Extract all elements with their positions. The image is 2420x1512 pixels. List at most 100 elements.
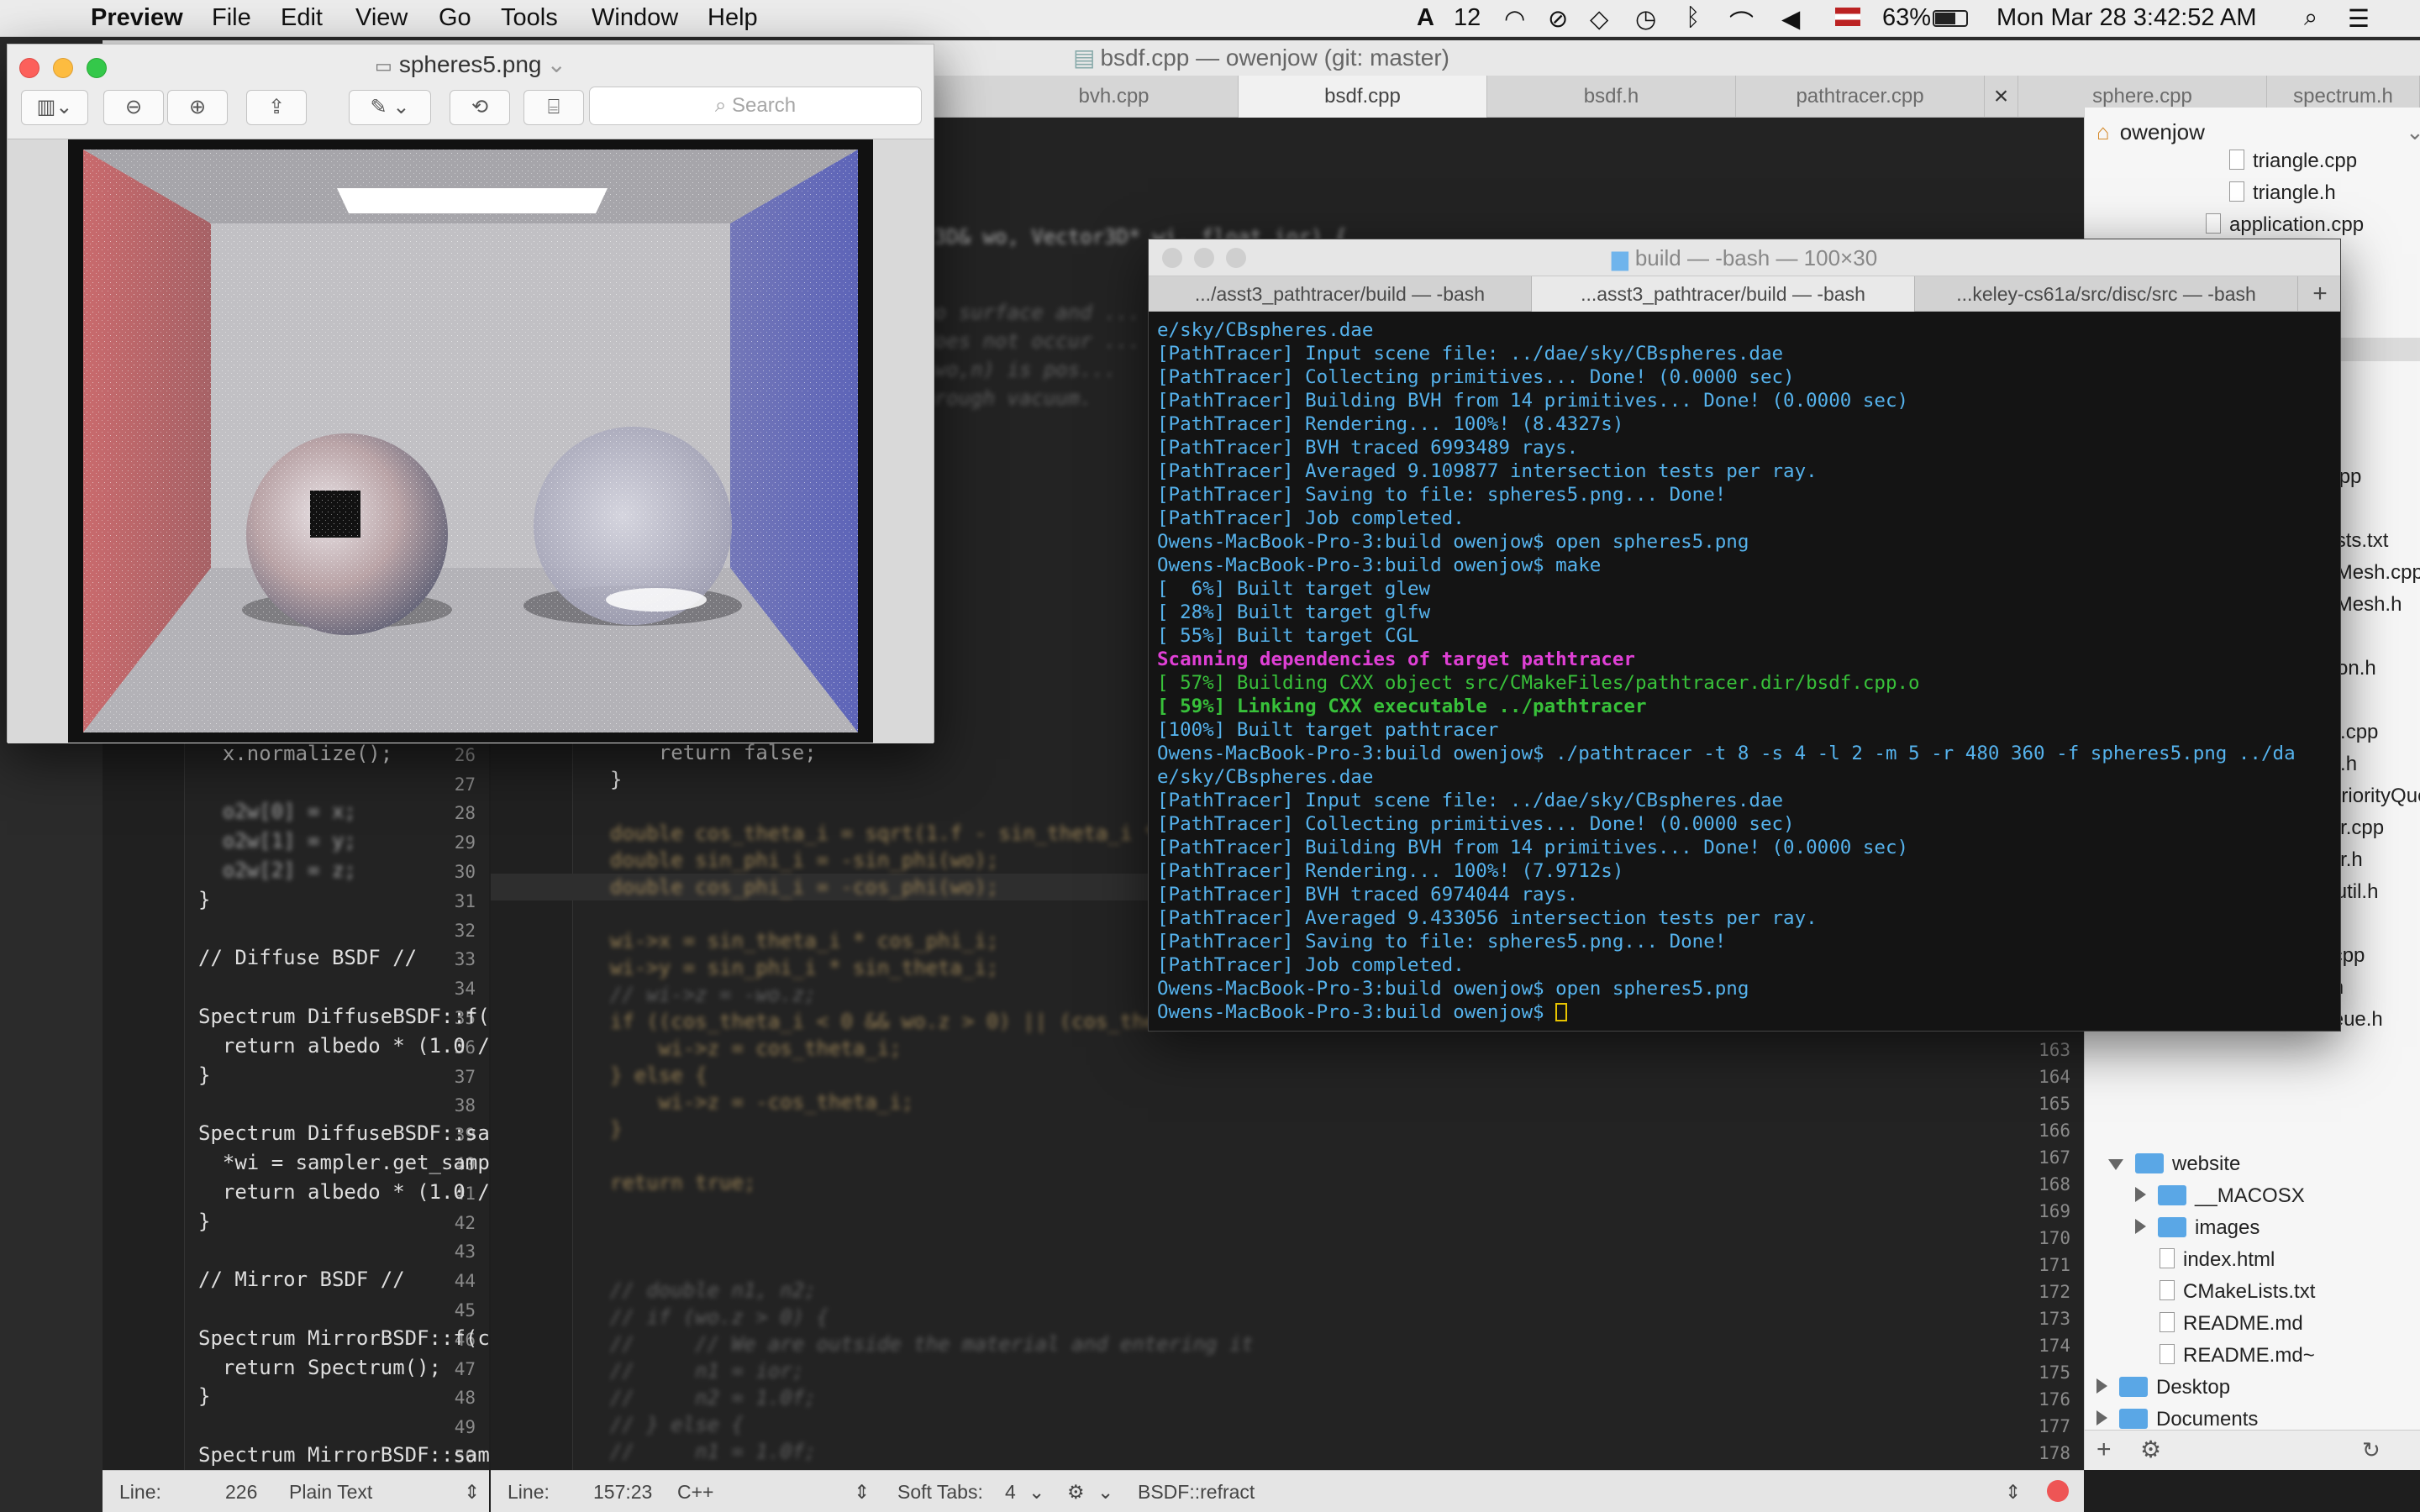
sidebar-folder[interactable]: images bbox=[2135, 1216, 2260, 1240]
sidebar-folder[interactable]: README.md~ bbox=[2137, 1344, 2315, 1368]
markup-button[interactable]: ✎ ⌄ bbox=[349, 90, 431, 125]
syntax-selector-right[interactable]: C++ bbox=[677, 1481, 713, 1504]
spotlight-icon[interactable]: ⌕ bbox=[2304, 4, 2317, 32]
terminal-line: e/sky/CBspheres.dae bbox=[1157, 765, 2332, 789]
rendered-image[interactable] bbox=[68, 139, 873, 743]
file-icon bbox=[2160, 1248, 2175, 1268]
tab-bsdf-h[interactable]: bsdf.h bbox=[1487, 76, 1736, 118]
tab-bsdf-cpp[interactable]: bsdf.cpp bbox=[1239, 76, 1487, 118]
refresh-icon[interactable]: ↻ bbox=[2362, 1437, 2381, 1463]
clock[interactable]: Mon Mar 28 3:42:52 AM bbox=[1996, 4, 2257, 32]
time-machine-icon[interactable]: ◷ bbox=[1635, 4, 1656, 34]
chevron-down-icon[interactable]: ⌄ bbox=[547, 51, 566, 77]
disclosure-triangle-icon[interactable] bbox=[2108, 1159, 2123, 1170]
toolbox-button[interactable]: ⌸ bbox=[523, 90, 584, 125]
updown-icon[interactable]: ⇕ bbox=[854, 1481, 870, 1504]
terminal-line-text: [PathTracer] Averaged 9.433056 intersect… bbox=[1157, 907, 1818, 929]
search-field[interactable]: ⌕ Search bbox=[589, 87, 922, 125]
chevron-down-icon[interactable]: ⌄ bbox=[1028, 1481, 1044, 1504]
line-number[interactable]: 226 bbox=[225, 1481, 257, 1504]
notification-center-icon[interactable]: ☰ bbox=[2348, 4, 2370, 34]
zoom-out-button[interactable]: ⊖ bbox=[103, 90, 164, 125]
file-icon bbox=[2160, 1312, 2175, 1332]
zoom-button[interactable] bbox=[1226, 248, 1246, 268]
disclosure-triangle-icon[interactable] bbox=[2135, 1219, 2146, 1234]
gear-icon[interactable]: ⚙ bbox=[1067, 1481, 1085, 1504]
pen-icon: ✎ ⌄ bbox=[370, 96, 410, 118]
sidebar-file[interactable]: triangle.cpp bbox=[2229, 150, 2357, 173]
sidebar-folder[interactable]: website bbox=[2108, 1152, 2240, 1176]
sidebar-folder-name: README.md~ bbox=[2183, 1344, 2315, 1367]
close-tab-icon[interactable]: × bbox=[1985, 76, 2018, 118]
sidebar-icon: ▥⌄ bbox=[36, 96, 73, 118]
chevron-down-icon[interactable]: ⌄ bbox=[1097, 1481, 1113, 1504]
tab-pathtracer-cpp[interactable]: pathtracer.cpp bbox=[1736, 76, 1985, 118]
line-number-174: 174 bbox=[2039, 1336, 2070, 1356]
terminal-line: [PathTracer] Saving to file: spheres5.pn… bbox=[1157, 483, 2332, 507]
tab-bvh-cpp[interactable]: bvh.cpp bbox=[990, 76, 1239, 118]
sidebar-file[interactable]: application.cpp bbox=[2206, 213, 2364, 237]
bluetooth-icon[interactable]: ᛒ bbox=[1686, 4, 1700, 32]
disclosure-triangle-icon[interactable] bbox=[2135, 1187, 2146, 1202]
share-button[interactable]: ⇪ bbox=[246, 90, 307, 125]
sidebar-folder[interactable]: __MACOSX bbox=[2135, 1184, 2305, 1208]
menu-go[interactable]: Go bbox=[439, 4, 471, 32]
terminal-line: [PathTracer] Job completed. bbox=[1157, 507, 2332, 530]
syntax-selector[interactable]: Plain Text bbox=[289, 1481, 372, 1504]
volume-icon[interactable]: ◀ bbox=[1781, 4, 1800, 34]
gear-icon[interactable]: ⚙ bbox=[2140, 1436, 2161, 1463]
line-number-166: 166 bbox=[2039, 1121, 2070, 1141]
terminal-output[interactable]: e/sky/CBspheres.dae [PathTracer] Input sc… bbox=[1157, 318, 2332, 1031]
sidebar-folder[interactable]: index.html bbox=[2137, 1248, 2275, 1272]
line-col-number[interactable]: 157:23 bbox=[593, 1481, 652, 1504]
dnd-icon[interactable]: ⊘ bbox=[1548, 4, 1568, 34]
project-root[interactable]: ⌂owenjow⌄ bbox=[2096, 119, 2420, 145]
line-number-42: 42 bbox=[454, 1212, 476, 1233]
line-number-163: 163 bbox=[2039, 1040, 2070, 1060]
menu-file[interactable]: File bbox=[212, 4, 251, 32]
headphones-icon[interactable]: ◠ bbox=[1504, 4, 1525, 34]
tab-size[interactable]: 4 bbox=[1005, 1481, 1016, 1504]
updown-icon[interactable]: ⇕ bbox=[2005, 1481, 2021, 1504]
image-canvas[interactable] bbox=[8, 139, 934, 743]
code-line: o2w[0] = x; bbox=[198, 800, 356, 824]
sidebar-folder[interactable]: Desktop bbox=[2096, 1376, 2230, 1399]
updown-icon[interactable]: ⇕ bbox=[464, 1481, 480, 1504]
disclosure-triangle-icon[interactable] bbox=[2096, 1410, 2107, 1425]
zoom-in-button[interactable]: ⊕ bbox=[167, 90, 228, 125]
menu-edit[interactable]: Edit bbox=[281, 4, 323, 32]
menu-window[interactable]: Window bbox=[592, 4, 678, 32]
add-icon[interactable]: + bbox=[2096, 1436, 2112, 1464]
battery-icon[interactable] bbox=[1933, 10, 1968, 27]
close-button[interactable] bbox=[1162, 248, 1182, 268]
minimize-button[interactable] bbox=[1194, 248, 1214, 268]
sidebar-folder[interactable]: Documents bbox=[2096, 1408, 2258, 1431]
sidebar-folder[interactable]: CMakeLists.txt bbox=[2137, 1280, 2315, 1304]
input-source-icon[interactable]: A bbox=[1417, 4, 1434, 32]
rotate-button[interactable]: ⟲ bbox=[450, 90, 510, 125]
us-flag-icon[interactable] bbox=[1835, 8, 1860, 26]
menu-tools[interactable]: Tools bbox=[501, 4, 558, 32]
menu-app-name[interactable]: Preview bbox=[91, 4, 183, 32]
terminal-window[interactable]: ▆ build — -bash — 100×30 .../asst3_pathtr… bbox=[1148, 239, 2341, 1032]
record-icon[interactable] bbox=[2047, 1480, 2069, 1502]
menu-view[interactable]: View bbox=[355, 4, 408, 32]
terminal-line: [ 57%] Building CXX object src/CMakeFile… bbox=[1157, 671, 2332, 695]
terminal-line: [PathTracer] Collecting primitives... Do… bbox=[1157, 812, 2332, 836]
sidebar-toggle-button[interactable]: ▥⌄ bbox=[21, 90, 88, 125]
chevron-down-icon[interactable]: ⌄ bbox=[2406, 119, 2420, 145]
symbol-selector[interactable]: BSDF::refract bbox=[1138, 1481, 1255, 1504]
terminal-tab-3[interactable]: ...keley-cs61a/src/disc/src — -bash bbox=[1915, 276, 2298, 312]
terminal-tab-2[interactable]: ...asst3_pathtracer/build — -bash bbox=[1532, 276, 1915, 312]
folder-icon: ▆ bbox=[1611, 245, 1628, 270]
add-tab-icon[interactable]: + bbox=[2298, 276, 2342, 312]
menu-help[interactable]: Help bbox=[708, 4, 758, 32]
shield-icon[interactable]: ◇ bbox=[1590, 4, 1608, 34]
sidebar-file[interactable]: triangle.h bbox=[2229, 181, 2336, 205]
disclosure-triangle-icon[interactable] bbox=[2096, 1378, 2107, 1394]
code-line: wi->z = -cos_theta_i; bbox=[610, 1090, 914, 1114]
terminal-tab-1[interactable]: .../asst3_pathtracer/build — -bash bbox=[1149, 276, 1532, 312]
sidebar-folder[interactable]: README.md bbox=[2137, 1312, 2303, 1336]
preview-title[interactable]: ▭ spheres5.png ⌄ bbox=[8, 45, 934, 85]
wifi-icon[interactable]: ⌒ bbox=[1729, 4, 1754, 39]
